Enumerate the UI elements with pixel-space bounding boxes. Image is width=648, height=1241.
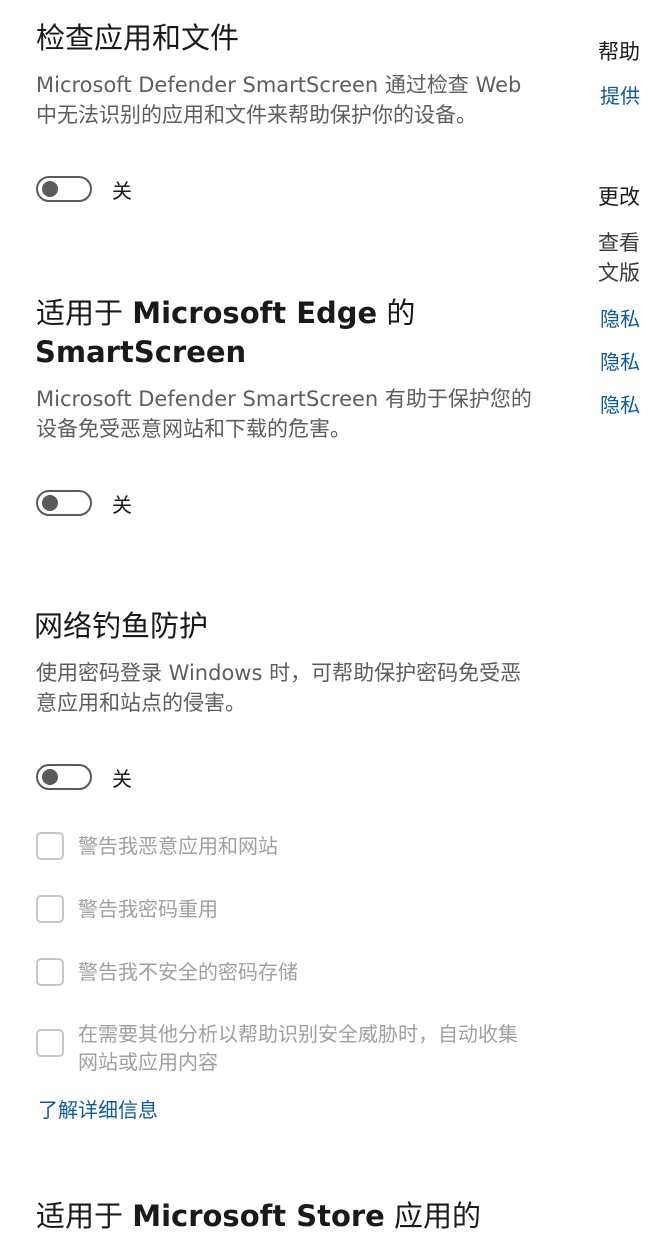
- toggle-knob: [42, 181, 58, 197]
- privacy-link-1[interactable]: 隐私: [600, 303, 640, 332]
- change-settings-text-1: 查看: [598, 231, 640, 255]
- checkbox-label: 警告我恶意应用和网站: [78, 834, 278, 858]
- edge-smartscreen-title-line2: SmartScreen: [35, 333, 246, 372]
- toggle-knob: [42, 495, 58, 511]
- phishing-option-auto-collect: 在需要其他分析以帮助识别安全威胁时，自动收集网站或应用内容: [36, 1020, 536, 1076]
- phishing-toggle-row: 关: [36, 762, 132, 792]
- change-settings-text-2: 文版: [598, 261, 640, 285]
- toggle-knob: [42, 769, 58, 785]
- privacy-link-3[interactable]: 隐私: [600, 389, 640, 418]
- check-apps-toggle-state: 关: [112, 178, 132, 203]
- edge-title-line2: SmartScreen: [35, 335, 247, 369]
- learn-more-link[interactable]: 了解详细信息: [38, 1094, 158, 1123]
- phishing-option-reuse: 警告我密码重用: [36, 895, 536, 923]
- edge-smartscreen-toggle-state: 关: [112, 492, 132, 517]
- store-apps-title: 适用于 Microsoft Store 应用的: [36, 1197, 481, 1236]
- phishing-title: 网络钓鱼防护: [34, 609, 209, 643]
- help-link[interactable]: 提供: [600, 80, 640, 109]
- store-title-bold: Microsoft Store: [132, 1199, 385, 1233]
- malicious-apps-checkbox[interactable]: [36, 832, 64, 860]
- phishing-option-malicious: 警告我恶意应用和网站: [36, 832, 536, 860]
- checkbox-label: 警告我密码重用: [78, 897, 218, 921]
- edge-smartscreen-toggle[interactable]: [36, 490, 92, 516]
- phishing-toggle[interactable]: [36, 764, 92, 790]
- password-reuse-checkbox[interactable]: [36, 895, 64, 923]
- edge-title-prefix: 适用于: [36, 296, 133, 330]
- help-title: 帮助: [598, 40, 640, 64]
- edge-smartscreen-title: 适用于 Microsoft Edge 的: [36, 294, 415, 333]
- store-title-suffix: 应用的: [384, 1199, 482, 1233]
- phishing-toggle-state: 关: [112, 766, 132, 791]
- check-apps-title: 检查应用和文件: [36, 21, 240, 55]
- store-title-prefix: 适用于: [36, 1199, 133, 1233]
- change-settings-title: 更改: [598, 185, 640, 209]
- edge-smartscreen-toggle-row: 关: [36, 488, 132, 518]
- checkbox-label: 在需要其他分析以帮助识别安全威胁时，自动收集网站或应用内容: [78, 1022, 518, 1074]
- unsafe-storage-checkbox[interactable]: [36, 958, 64, 986]
- check-apps-toggle-row: 关: [36, 174, 132, 204]
- windows-security-page: 检查应用和文件 Microsoft Defender SmartScreen 通…: [0, 0, 648, 1241]
- edge-title-mid: 的: [377, 296, 416, 330]
- privacy-link-2[interactable]: 隐私: [600, 346, 640, 375]
- checkbox-label: 警告我不安全的密码存储: [78, 960, 298, 984]
- edge-smartscreen-description: Microsoft Defender SmartScreen 有助于保护您的设备…: [36, 387, 532, 441]
- edge-title-bold: Microsoft Edge: [132, 296, 378, 330]
- phishing-description: 使用密码登录 Windows 时，可帮助保护密码免受恶意应用和站点的侵害。: [36, 661, 522, 715]
- phishing-option-unsafe-storage: 警告我不安全的密码存储: [36, 958, 536, 986]
- auto-collect-checkbox[interactable]: [36, 1029, 64, 1057]
- check-apps-toggle[interactable]: [36, 176, 92, 202]
- check-apps-description: Microsoft Defender SmartScreen 通过检查 Web …: [36, 73, 522, 127]
